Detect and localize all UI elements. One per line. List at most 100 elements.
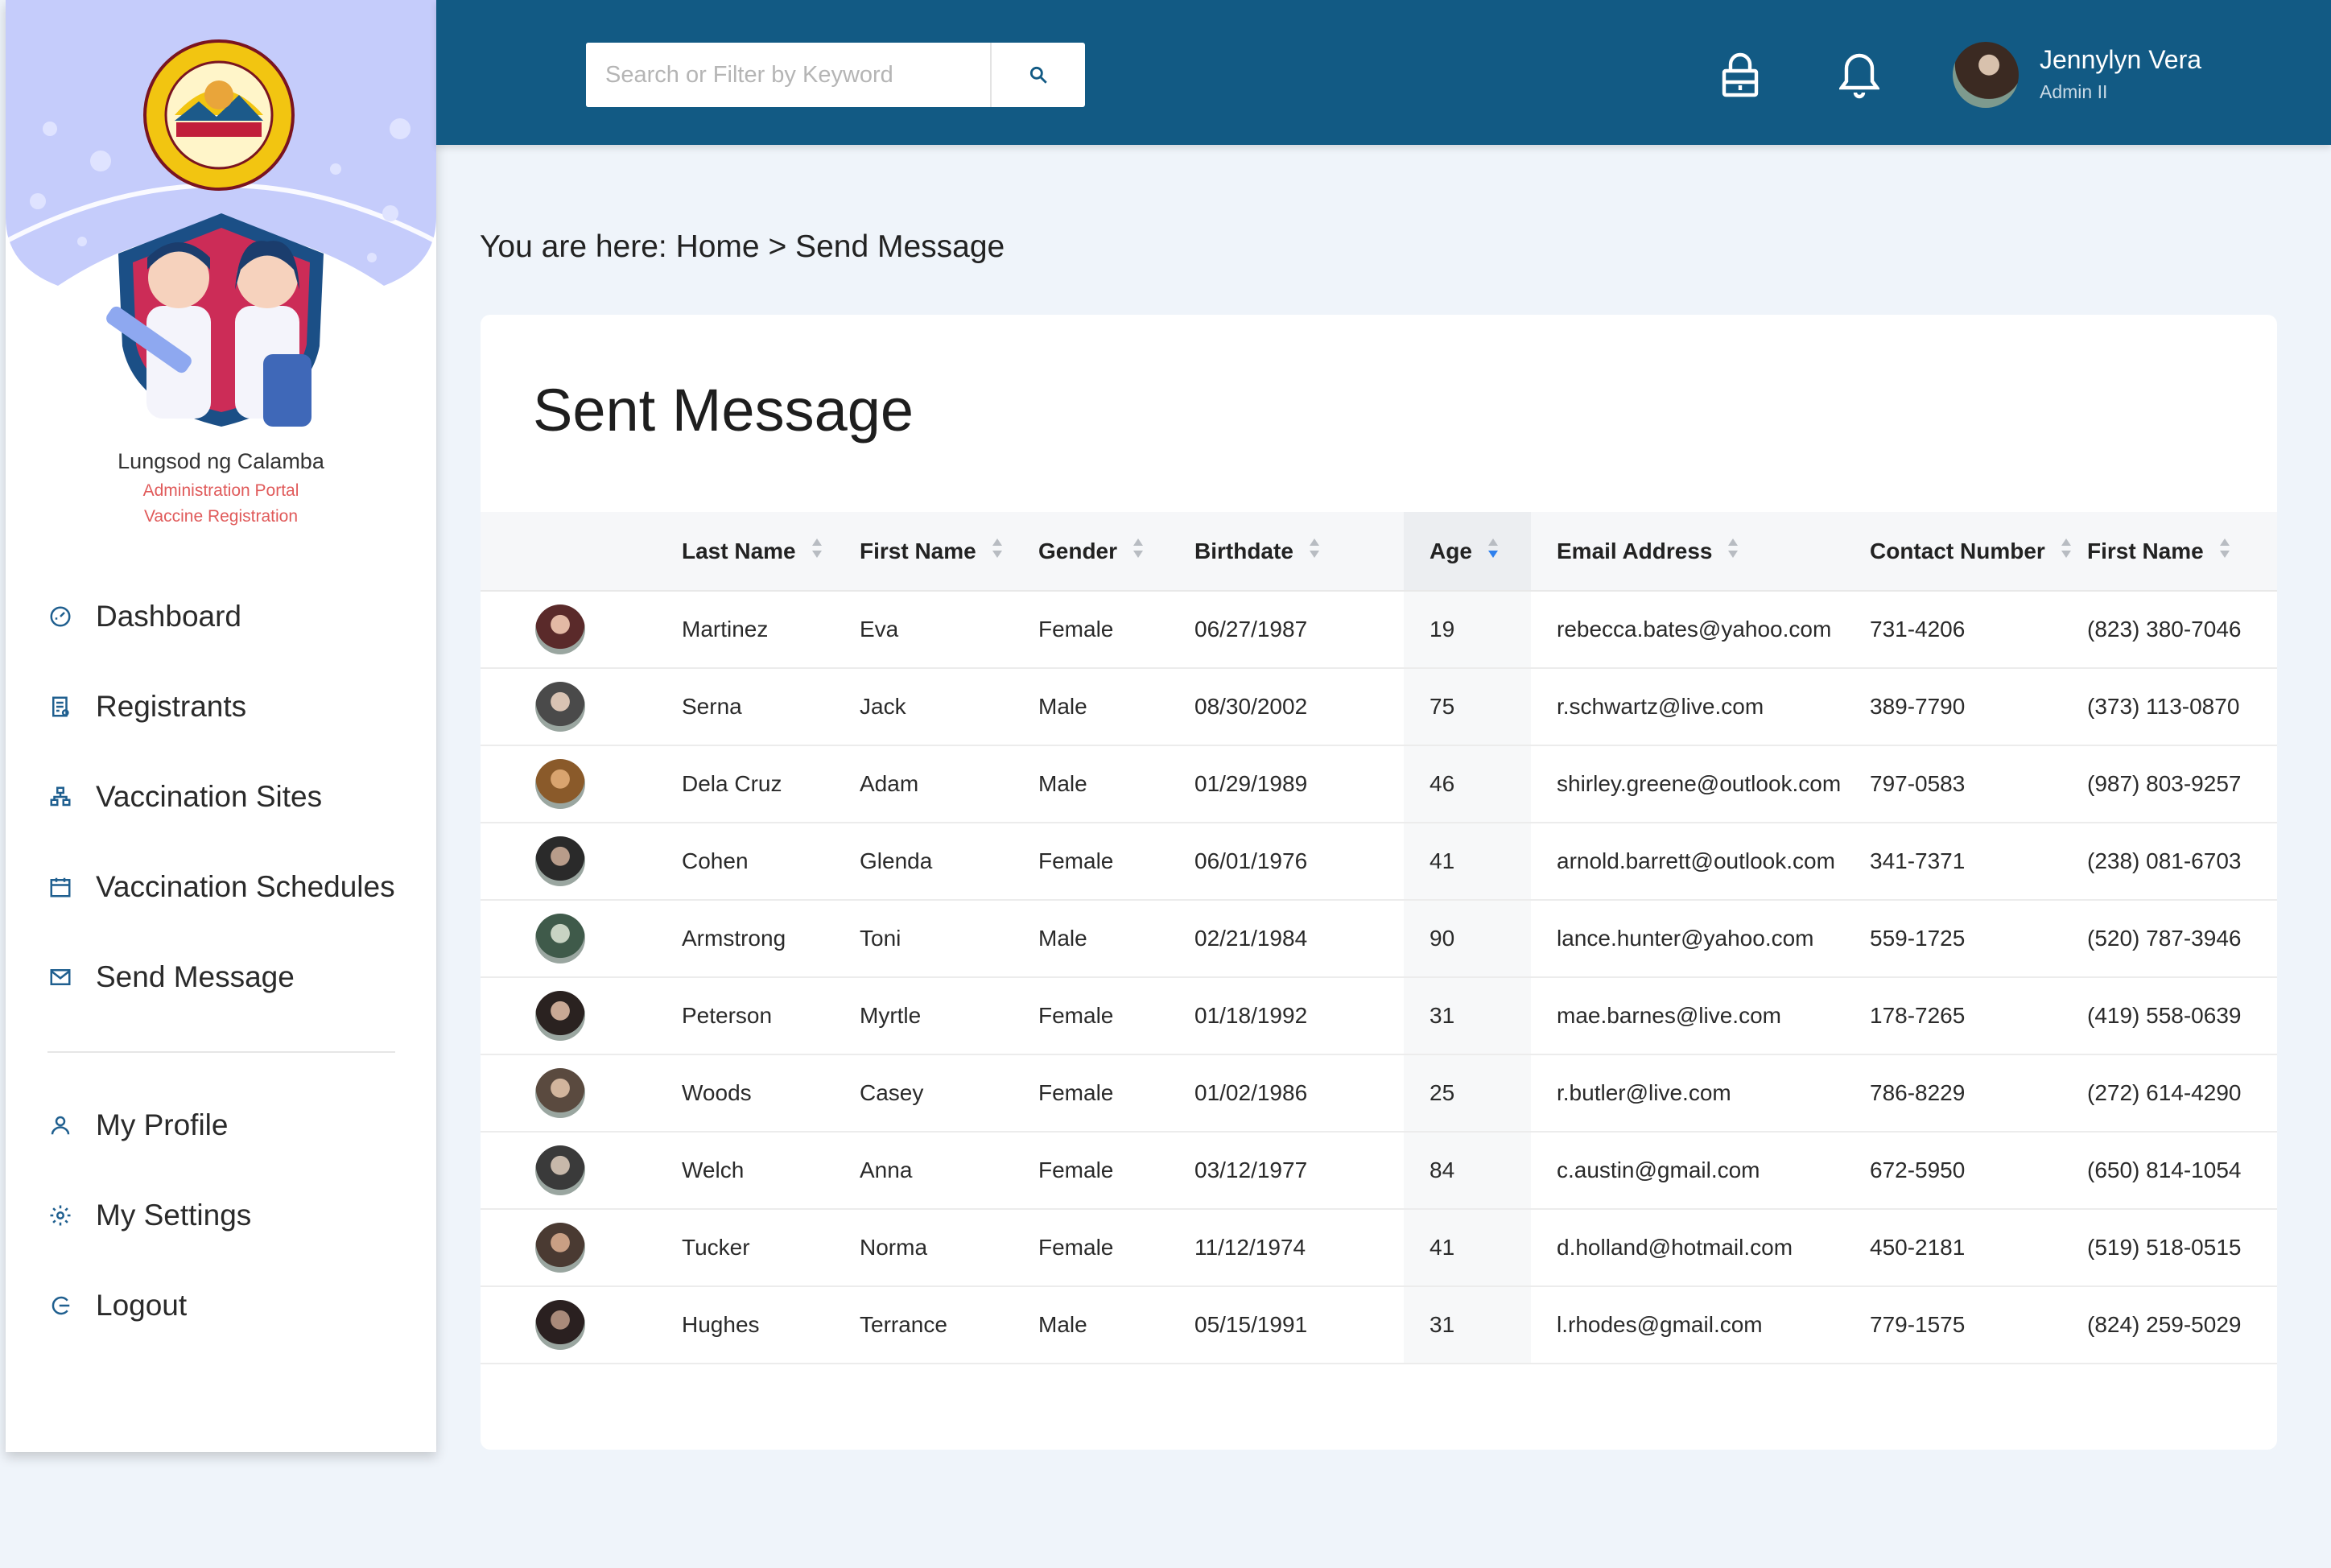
cell-phone: (823) 380-7046 — [2087, 591, 2277, 669]
city-seal-icon — [143, 39, 295, 191]
cell-phone: (520) 787-3946 — [2087, 900, 2277, 978]
row-avatar[interactable] — [535, 1300, 585, 1350]
table-row[interactable]: Serna Jack Male 08/30/2002 75 r.schwartz@live… — [481, 668, 2277, 746]
avatar-cell — [481, 977, 682, 1055]
column-label: First Name — [2087, 538, 2204, 563]
cell-birthdate: 11/12/1974 — [1194, 1209, 1404, 1287]
row-avatar[interactable] — [535, 1145, 585, 1195]
cell-birthdate: 02/21/1984 — [1194, 900, 1404, 978]
cell-first-name: Toni — [860, 900, 1038, 978]
avatar-cell — [481, 591, 682, 669]
calendar-icon — [46, 873, 75, 902]
row-avatar[interactable] — [535, 914, 585, 963]
column-header-last-name[interactable]: Last Name — [682, 512, 860, 592]
nav-label: Logout — [96, 1289, 188, 1322]
cell-birthdate: 06/01/1976 — [1194, 823, 1404, 901]
cell-age: 19 — [1404, 591, 1531, 669]
table-row[interactable]: Hughes Terrance Male 05/15/1991 31 l.rhodes@g… — [481, 1286, 2277, 1364]
table-row[interactable]: Cohen Glenda Female 06/01/1976 41 arnold.barr… — [481, 823, 2277, 901]
cell-phone: (650) 814-1054 — [2087, 1132, 2277, 1210]
cell-age: 25 — [1404, 1054, 1531, 1133]
cell-email: lance.hunter@yahoo.com — [1531, 900, 1870, 978]
nav-logout[interactable]: Logout — [46, 1281, 187, 1330]
nav-my-profile[interactable]: My Profile — [46, 1101, 228, 1149]
row-avatar[interactable] — [535, 682, 585, 732]
cell-last-name: Dela Cruz — [682, 745, 860, 823]
nav-dashboard[interactable]: Dashboard — [46, 592, 241, 641]
cell-email: r.butler@live.com — [1531, 1054, 1870, 1133]
row-avatar[interactable] — [535, 991, 585, 1041]
cell-birthdate: 01/02/1986 — [1194, 1054, 1404, 1133]
cell-age: 41 — [1404, 1209, 1531, 1287]
cell-contact-number: 672-5950 — [1870, 1132, 2087, 1210]
cell-birthdate: 03/12/1977 — [1194, 1132, 1404, 1210]
column-header-first-name-2[interactable]: First Name — [2087, 512, 2277, 592]
sidebar-hero-illustration — [6, 0, 436, 427]
nav-my-settings[interactable]: My Settings — [46, 1191, 251, 1240]
nav-vaccination-sites[interactable]: Vaccination Sites — [46, 773, 322, 821]
column-header-contact-number[interactable]: Contact Number — [1870, 512, 2087, 592]
avatar-cell — [481, 1132, 682, 1210]
user-avatar[interactable] — [1953, 42, 2019, 108]
cell-last-name: Peterson — [682, 977, 860, 1055]
row-avatar[interactable] — [535, 1068, 585, 1118]
user-name[interactable]: Jennylyn Vera — [2040, 45, 2201, 75]
column-label: Age — [1430, 538, 1472, 563]
cell-contact-number: 797-0583 — [1870, 745, 2087, 823]
table-body: Martinez Eva Female 06/27/1987 19 rebecca.bat… — [481, 591, 2277, 1364]
portal-subtitle: Administration Portal — [142, 481, 299, 500]
nav-registrants[interactable]: Registrants — [46, 683, 246, 731]
table-row[interactable]: Woods Casey Female 01/02/1986 25 r.butler@liv… — [481, 1054, 2277, 1133]
notifications-button[interactable] — [1835, 48, 1883, 101]
cell-last-name: Woods — [682, 1054, 860, 1133]
sent-message-card: Sent Message Last Name First Name Gender… — [481, 315, 2277, 1450]
avatar-cell — [481, 1286, 682, 1364]
cell-phone: (519) 518-0515 — [2087, 1209, 2277, 1287]
sort-icon — [1132, 537, 1145, 565]
org-name: Lungsod ng Calamba — [118, 449, 324, 473]
nav-label: My Settings — [96, 1199, 252, 1232]
cell-gender: Male — [1038, 668, 1194, 746]
table-row[interactable]: Welch Anna Female 03/12/1977 84 c.austin@gmai… — [481, 1132, 2277, 1210]
cell-gender: Female — [1038, 823, 1194, 901]
table-row[interactable]: Armstrong Toni Male 02/21/1984 90 lance.hunte… — [481, 900, 2277, 978]
cell-phone: (824) 259-5029 — [2087, 1286, 2277, 1364]
nav-label: Registrants — [96, 690, 247, 723]
nav-divider — [47, 1051, 395, 1053]
column-header-age[interactable]: Age — [1404, 512, 1531, 592]
cell-email: rebecca.bates@yahoo.com — [1531, 591, 1870, 669]
column-label: Birthdate — [1194, 538, 1293, 563]
search-button[interactable] — [990, 43, 1085, 107]
row-avatar[interactable] — [535, 759, 585, 809]
table-row[interactable]: Tucker Norma Female 11/12/1974 41 d.holland@h… — [481, 1209, 2277, 1287]
nav-send-message[interactable]: Send Message — [46, 953, 295, 1001]
messages-table: Last Name First Name Gender Birthdate Ag… — [481, 512, 2277, 1364]
cell-last-name: Serna — [682, 668, 860, 746]
row-avatar[interactable] — [535, 1223, 585, 1273]
table-row[interactable]: Martinez Eva Female 06/27/1987 19 rebecca.bat… — [481, 591, 2277, 669]
lock-button[interactable] — [1716, 48, 1764, 101]
table-header-row: Last Name First Name Gender Birthdate Ag… — [481, 512, 2277, 592]
row-avatar[interactable] — [535, 836, 585, 886]
cell-age: 31 — [1404, 1286, 1531, 1364]
sort-icon — [1727, 537, 1739, 565]
column-header-first-name[interactable]: First Name — [860, 512, 1038, 592]
dashboard-icon — [46, 602, 75, 631]
cell-first-name: Norma — [860, 1209, 1038, 1287]
column-header-birthdate[interactable]: Birthdate — [1194, 512, 1404, 592]
cell-gender: Male — [1038, 900, 1194, 978]
cell-last-name: Armstrong — [682, 900, 860, 978]
table-row[interactable]: Dela Cruz Adam Male 01/29/1989 46 shirley.gre… — [481, 745, 2277, 823]
column-header-gender[interactable]: Gender — [1038, 512, 1194, 592]
sort-icon — [2060, 537, 2073, 565]
cell-age: 31 — [1404, 977, 1531, 1055]
sites-icon — [46, 782, 75, 811]
cell-first-name: Casey — [860, 1054, 1038, 1133]
search-input[interactable] — [586, 43, 990, 107]
table-row[interactable]: Peterson Myrtle Female 01/18/1992 31 mae.barn… — [481, 977, 2277, 1055]
cell-first-name: Terrance — [860, 1286, 1038, 1364]
cell-first-name: Glenda — [860, 823, 1038, 901]
nav-vaccination-schedules[interactable]: Vaccination Schedules — [46, 863, 395, 911]
row-avatar[interactable] — [535, 605, 585, 654]
column-header-email[interactable]: Email Address — [1531, 512, 1870, 592]
